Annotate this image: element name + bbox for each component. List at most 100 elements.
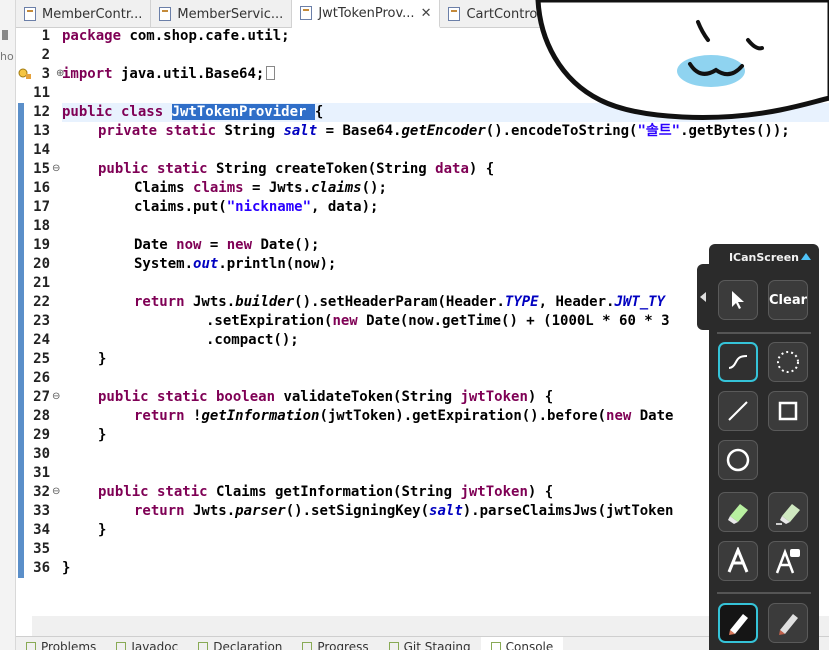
tab-progress[interactable]: Progress [292, 637, 378, 650]
marker-tool-button[interactable] [768, 603, 808, 643]
fold-collapse-icon[interactable]: ⊖ [52, 486, 60, 497]
tab-jwt-token-provider[interactable]: JwtTokenProv... ✕ [292, 0, 441, 28]
clear-button[interactable]: Clear [768, 280, 808, 320]
folded-block-icon[interactable] [266, 66, 276, 80]
tab-label: Javadoc [131, 640, 179, 650]
icanscreen-title-bar[interactable]: ICanScreen [709, 244, 819, 270]
code-text: .setExpiration( [206, 313, 333, 329]
tab-git-staging[interactable]: Git Staging [379, 637, 481, 650]
text-format-button[interactable] [768, 541, 808, 581]
tab-declaration[interactable]: Declaration [188, 637, 292, 650]
code-text: java.util.Base64; [112, 66, 265, 82]
line-number: 19 [33, 237, 50, 253]
toolbar-divider [717, 332, 811, 334]
keyword: public class [62, 104, 164, 120]
line-number: 1 [41, 28, 50, 44]
code-text: , data); [311, 199, 379, 215]
keyword: private static [98, 123, 217, 139]
keyword: return [134, 408, 185, 424]
line-number: 16 [33, 180, 50, 196]
code-text: ).parseClaimsJws(jwtToken [462, 503, 674, 519]
tab-member-controller[interactable]: MemberContr... [16, 0, 152, 28]
line-number: 32 [33, 484, 50, 500]
lasso-tool-button[interactable] [768, 342, 808, 382]
text-tool-button[interactable] [718, 541, 758, 581]
fold-collapse-icon[interactable]: ⊖ [52, 163, 60, 174]
string-literal: "솔트" [637, 123, 681, 139]
declaration-icon [198, 642, 209, 650]
code-text: System. [134, 256, 194, 272]
freehand-tool-button[interactable] [718, 342, 758, 382]
toolbar-divider [717, 592, 811, 594]
code-text: Claims [134, 180, 194, 196]
code-text: } [98, 351, 107, 367]
method: parser [235, 503, 286, 519]
line-number: 33 [33, 503, 50, 519]
marker-icon [779, 614, 798, 635]
line-number: 11 [33, 85, 50, 101]
close-icon[interactable]: ✕ [421, 6, 432, 21]
code-text: Jwts. [184, 294, 236, 310]
tab-label: Console [505, 640, 554, 650]
line-number: 25 [33, 351, 50, 367]
git-staging-icon [388, 642, 399, 650]
highlighter-eraser-button[interactable] [718, 492, 758, 532]
keyword: public static boolean [98, 389, 276, 405]
keyword: return [134, 503, 185, 519]
code-text: Date [631, 408, 674, 424]
line-number: 28 [33, 408, 50, 424]
tab-label: Progress [317, 640, 369, 650]
mascot-sticker-image [535, 0, 829, 120]
method: getInformation [201, 408, 320, 424]
line-number: 24 [33, 332, 50, 348]
fold-collapse-icon[interactable]: ⊖ [52, 391, 60, 402]
line-number: 30 [33, 446, 50, 462]
rectangle-tool-button[interactable] [768, 391, 808, 431]
code-line: 15 ⊖ public static String createToken(St… [33, 160, 829, 179]
icanscreen-title: ICanScreen [728, 250, 800, 264]
line-number: 3 [41, 66, 50, 82]
method: getEncoder [401, 123, 486, 139]
code-text: ().encodeToString( [485, 123, 638, 139]
pen-icon [729, 614, 748, 635]
tab-javadoc[interactable]: Javadoc [106, 637, 188, 650]
tab-label: MemberServic... [177, 6, 284, 22]
string-literal: "nickname" [226, 199, 312, 215]
line-number: 23 [33, 313, 50, 329]
eraser-icon [728, 504, 748, 524]
tab-member-service[interactable]: MemberServic... [151, 0, 293, 28]
line-number: 12 [33, 104, 50, 120]
letter-a-icon [727, 547, 749, 573]
line-icon [728, 401, 748, 421]
bottom-view-tabs: Problems Javadoc Declaration Progress Gi… [16, 636, 829, 650]
keyword: import [62, 66, 113, 82]
pen-tool-button[interactable] [718, 603, 758, 643]
tab-console[interactable]: Console [480, 637, 564, 650]
eraser-lines-icon [776, 504, 800, 525]
keyword: new [606, 408, 632, 424]
field: TYPE [504, 294, 539, 310]
keyword: package [62, 28, 122, 44]
field: salt [429, 503, 463, 519]
code-text: Date [134, 237, 177, 253]
field: out [193, 256, 219, 272]
left-view-strip: ho [0, 0, 16, 650]
tab-problems[interactable]: Problems [16, 637, 106, 650]
parameter: jwtToken [460, 484, 528, 500]
circle-tool-button[interactable] [718, 440, 758, 480]
code-text: { [314, 104, 324, 120]
line-number: 22 [33, 294, 50, 310]
progress-icon [302, 642, 313, 650]
code-text: = Base64. [317, 123, 402, 139]
code-text: (); [361, 180, 387, 196]
collapse-arrow-icon[interactable] [801, 253, 811, 260]
line-tool-button[interactable] [718, 391, 758, 431]
keyword: return [134, 294, 185, 310]
line-number: 18 [33, 218, 50, 234]
tab-label: MemberContr... [42, 6, 143, 22]
line-number: 14 [33, 142, 50, 158]
code-text: ! [184, 408, 202, 424]
pointer-tool-button[interactable] [718, 280, 758, 320]
partial-eraser-button[interactable] [768, 492, 808, 532]
method: claims [311, 180, 362, 196]
